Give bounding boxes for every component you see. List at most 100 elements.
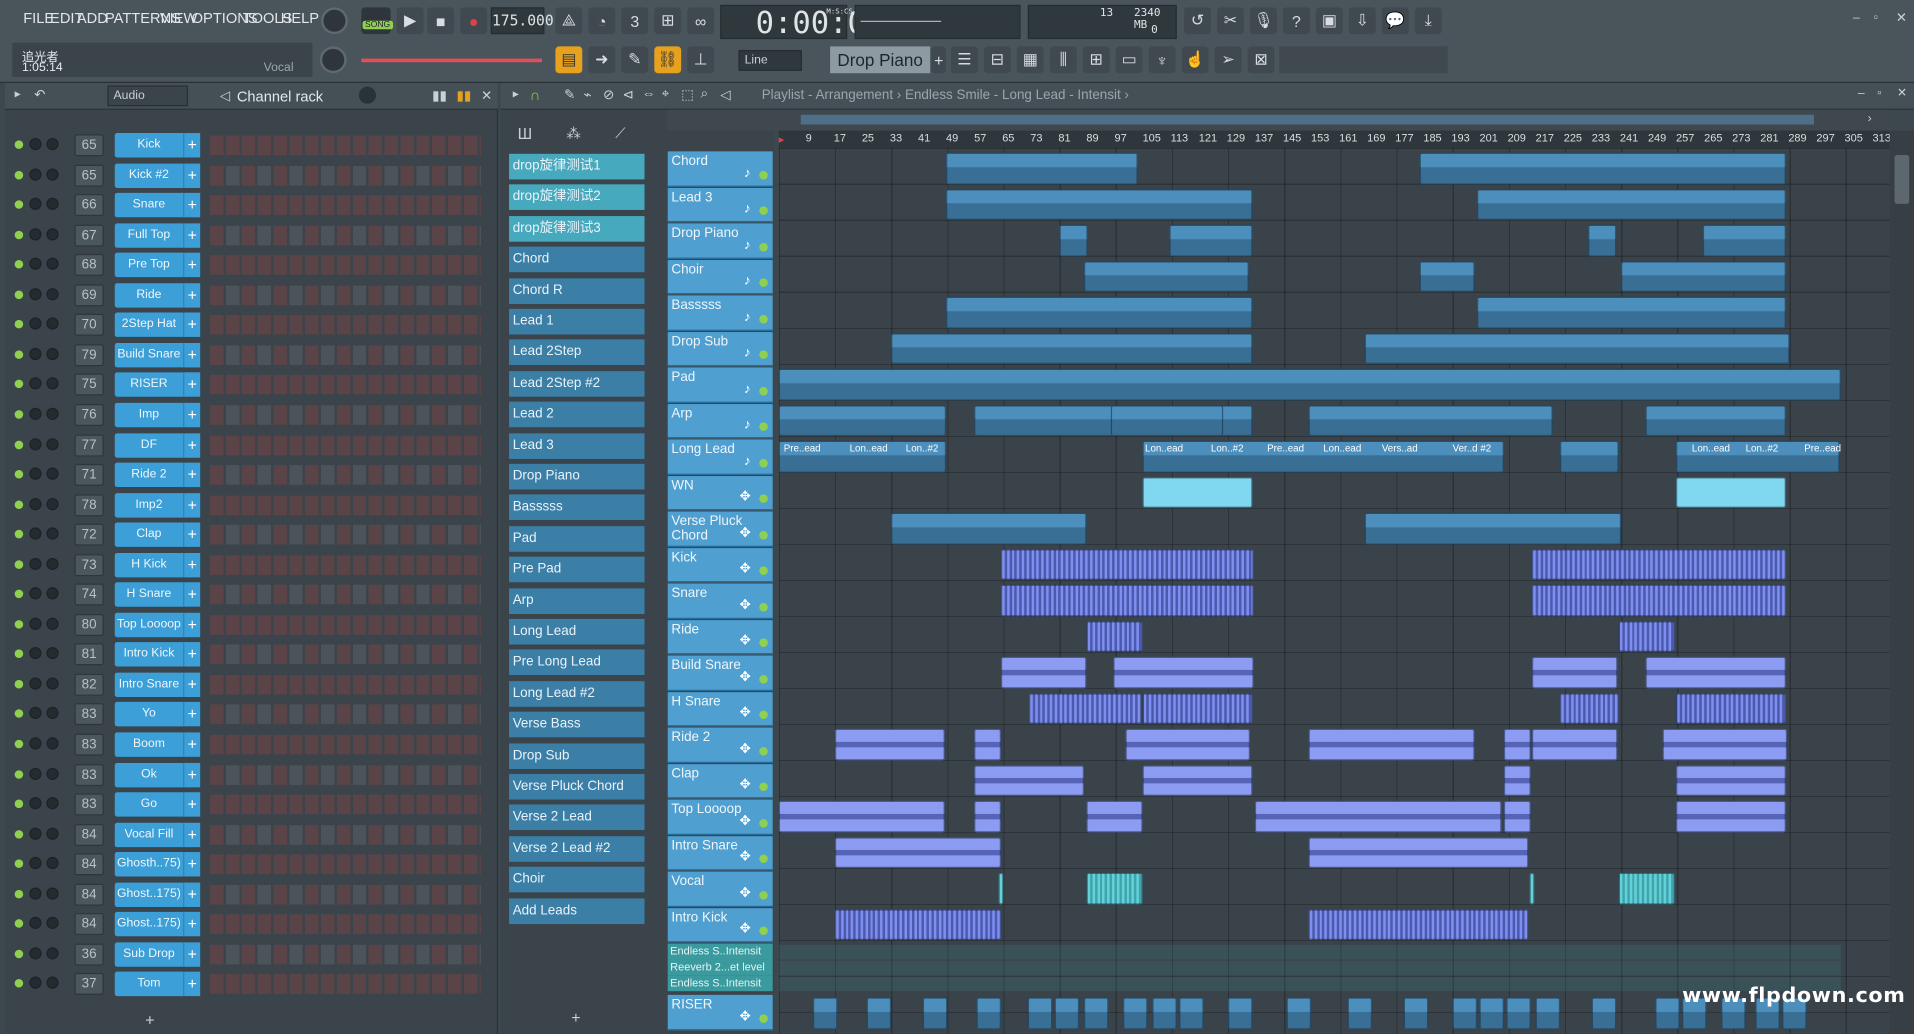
channel-step-sequencer[interactable] xyxy=(209,315,481,335)
picker-audio-icon[interactable]: ⁂ xyxy=(566,125,581,142)
track-header[interactable]: Drop Piano ♪ xyxy=(667,223,773,259)
playlist-close-icon[interactable]: ✕ xyxy=(1897,87,1907,100)
track-header[interactable]: Arp ♪ xyxy=(667,403,773,439)
timeline-ruler[interactable]: 9 17 25 33 41 49 57 65 73 81 89 97 105 113 121 129 137 14… xyxy=(778,130,1891,148)
channel-volume-knob[interactable] xyxy=(29,497,42,510)
track-header[interactable]: Intro Kick ✥ xyxy=(667,907,773,943)
track-header[interactable]: Drop Sub ♪ xyxy=(667,331,773,367)
channel-mixer-track[interactable]: 76 xyxy=(74,403,104,426)
channel-row[interactable]: 83 Yo + xyxy=(12,701,491,728)
playlist-clip[interactable] xyxy=(1531,728,1618,760)
add-pattern-picker-button[interactable]: + xyxy=(571,1008,580,1026)
pattern-item[interactable]: Lead 2Step xyxy=(509,339,645,366)
playlist-clip[interactable] xyxy=(778,368,1841,400)
playlist-minimize-icon[interactable]: – xyxy=(1858,87,1865,100)
track-mute-led[interactable] xyxy=(759,926,768,936)
tempo-display[interactable]: 175.000 xyxy=(490,7,554,35)
channel-graph-icon[interactable]: + xyxy=(183,342,201,368)
channel-step-sequencer[interactable] xyxy=(209,914,481,935)
channel-volume-knob[interactable] xyxy=(29,947,42,960)
channel-name-button[interactable]: Intro Kick xyxy=(114,642,184,667)
channel-graph-icon[interactable]: + xyxy=(183,672,201,697)
wait-input-button[interactable]: ◔ xyxy=(588,7,616,35)
playlist-clip[interactable] xyxy=(1308,908,1529,940)
track-mute-led[interactable] xyxy=(759,854,768,864)
close-icon[interactable]: ✕ xyxy=(1896,10,1907,26)
riser-clip[interactable] xyxy=(1403,997,1429,1030)
store-button[interactable]: ⊠ xyxy=(1247,46,1275,74)
pattern-item[interactable]: Chord R xyxy=(509,277,645,304)
channel-mixer-track[interactable]: 84 xyxy=(74,913,104,936)
channel-row[interactable]: 68 Pre Top + xyxy=(12,252,491,279)
track-header[interactable]: Verse Pluck Chord ✥ xyxy=(667,511,773,547)
channel-mixer-track[interactable]: 84 xyxy=(74,853,104,876)
track-header[interactable]: Lead 3 ♪ xyxy=(667,187,773,223)
channel-pan-knob[interactable] xyxy=(46,857,59,870)
channel-volume-knob[interactable] xyxy=(29,737,42,750)
playlist-clip[interactable] xyxy=(1308,728,1475,760)
channel-step-sequencer[interactable] xyxy=(209,165,481,185)
channel-name-button[interactable]: Ghost..175) xyxy=(114,912,184,937)
channel-step-sequencer[interactable] xyxy=(209,405,481,425)
channel-graph-icon[interactable]: + xyxy=(183,792,201,817)
channel-mute-led[interactable] xyxy=(14,679,24,689)
riser-clip[interactable] xyxy=(1054,997,1080,1030)
channel-mixer-track[interactable]: 73 xyxy=(74,553,104,576)
automation-button[interactable]: ➢ xyxy=(1214,46,1242,74)
channel-name-button[interactable]: Go xyxy=(114,792,184,817)
channel-mute-led[interactable] xyxy=(14,200,24,209)
track-header[interactable]: Long Lead ♪ xyxy=(667,439,773,475)
track-header[interactable]: H Snare ✥ xyxy=(667,691,773,727)
playback-tool-icon[interactable]: ◁ xyxy=(720,87,730,103)
metronome-button[interactable]: ⟁ xyxy=(555,7,583,35)
channel-row[interactable]: 84 Ghosth..75) + xyxy=(12,851,491,878)
playlist-clip[interactable] xyxy=(1645,656,1786,688)
track-header[interactable]: Basssss ♪ xyxy=(667,295,773,331)
channel-volume-knob[interactable] xyxy=(29,317,42,330)
channel-name-button[interactable]: Boom xyxy=(114,732,184,757)
channel-pan-knob[interactable] xyxy=(46,617,59,630)
channel-mixer-track[interactable]: 81 xyxy=(74,643,104,666)
channel-mute-led[interactable] xyxy=(14,499,24,509)
channel-pan-knob[interactable] xyxy=(46,797,59,810)
playlist-clip[interactable] xyxy=(1142,764,1253,796)
channel-row[interactable]: 83 Boom + xyxy=(12,731,491,758)
channel-volume-knob[interactable] xyxy=(29,437,42,450)
expand-arrow-icon[interactable]: ▸ xyxy=(15,88,21,101)
channel-row[interactable]: 84 Ghost..175) + xyxy=(12,881,491,908)
riser-clip[interactable] xyxy=(1347,997,1373,1030)
add-pattern-button[interactable]: + xyxy=(931,46,947,74)
channel-volume-knob[interactable] xyxy=(29,677,42,690)
add-channel-button[interactable]: + xyxy=(145,1011,154,1029)
channel-mute-led[interactable] xyxy=(14,859,24,869)
riser-clip[interactable] xyxy=(1479,997,1504,1030)
channel-step-sequencer[interactable] xyxy=(209,555,481,575)
steps-icon[interactable]: ▮▮ xyxy=(457,88,472,104)
channel-name-button[interactable]: Pre Top xyxy=(114,252,184,278)
channel-name-button[interactable]: DF xyxy=(114,432,184,458)
pattern-item[interactable]: drop旋律测试3 xyxy=(509,215,645,242)
playlist-clip[interactable] xyxy=(1531,656,1618,688)
channel-mute-led[interactable] xyxy=(14,410,24,419)
record-button[interactable]: ● xyxy=(460,7,488,35)
channel-volume-knob[interactable] xyxy=(29,377,42,390)
channel-mute-led[interactable] xyxy=(14,739,24,749)
link-button[interactable]: ⛓ xyxy=(654,46,682,74)
playlist-clip[interactable] xyxy=(778,800,945,832)
channel-row[interactable]: 82 Intro Snare + xyxy=(12,671,491,698)
track-header[interactable]: Snare ✥ xyxy=(667,583,773,619)
channel-mixer-track[interactable]: 71 xyxy=(74,463,104,486)
track-mute-led[interactable] xyxy=(759,818,768,828)
playlist-clip[interactable] xyxy=(1169,224,1253,256)
track-header[interactable]: Kick ✥ xyxy=(667,547,773,583)
channel-mute-led[interactable] xyxy=(14,619,24,629)
channel-mute-led[interactable] xyxy=(14,350,24,359)
track-mute-led[interactable] xyxy=(759,710,768,719)
channel-step-sequencer[interactable] xyxy=(209,345,481,365)
playlist-clip[interactable] xyxy=(946,152,1138,184)
channel-volume-knob[interactable] xyxy=(29,257,42,271)
channel-mute-led[interactable] xyxy=(14,260,24,269)
channel-mute-led[interactable] xyxy=(14,709,24,719)
channel-step-sequencer[interactable] xyxy=(209,525,481,545)
master-slider[interactable] xyxy=(361,58,542,63)
